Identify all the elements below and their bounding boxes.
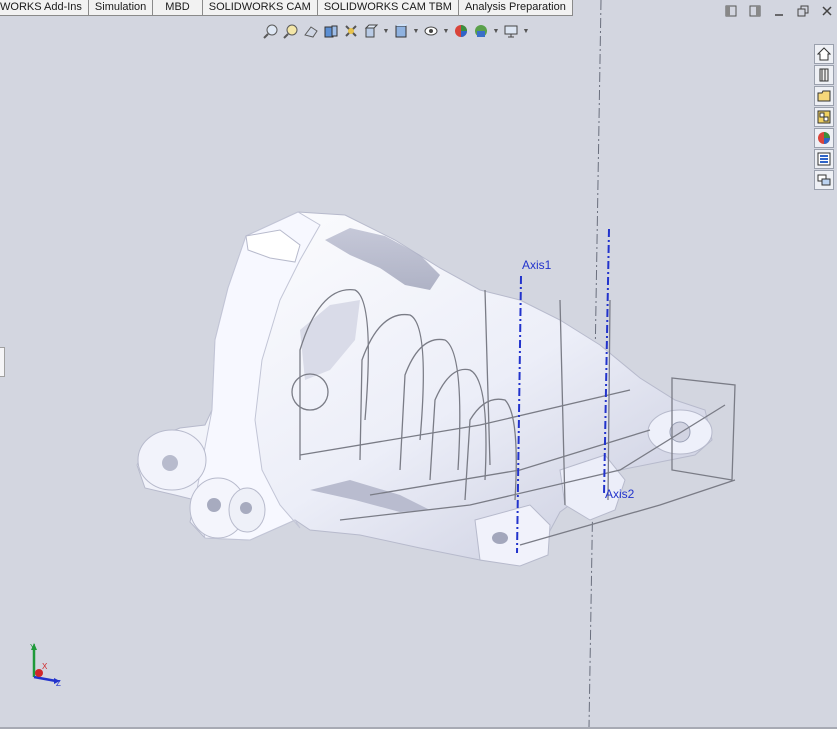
design-library-icon[interactable] [814, 65, 834, 85]
right-lug-hole [669, 421, 691, 443]
tile-left-icon[interactable] [722, 4, 740, 18]
tab-addins[interactable]: WORKS Add-Ins [0, 0, 89, 16]
hide-show-items-icon[interactable] [422, 22, 440, 40]
tab-mbd[interactable]: MBD [153, 0, 203, 16]
zoom-to-fit-icon[interactable] [262, 22, 280, 40]
previous-view-icon[interactable] [302, 22, 320, 40]
appearances-icon[interactable] [814, 128, 834, 148]
chevron-down-icon[interactable]: ▼ [522, 28, 530, 35]
reference-triad: Y X Z [30, 643, 61, 688]
dynamic-annotation-icon[interactable] [342, 22, 360, 40]
home-icon[interactable] [814, 44, 834, 64]
heads-up-view-toolbar: ▼ ▼ ▼ ▼ ▼ [262, 22, 530, 40]
restore-icon[interactable] [794, 4, 812, 18]
tab-solidworks-cam-tbm[interactable]: SOLIDWORKS CAM TBM [317, 0, 459, 16]
window-controls [722, 4, 836, 18]
axis1-label[interactable]: Axis1 [522, 258, 552, 272]
section-view-icon[interactable] [322, 22, 340, 40]
triad-y-label: Y [30, 643, 36, 652]
tab-simulation[interactable]: Simulation [88, 0, 154, 16]
chevron-down-icon[interactable]: ▼ [492, 28, 500, 35]
task-pane [814, 44, 834, 190]
chevron-down-icon[interactable]: ▼ [382, 28, 390, 35]
tab-analysis-preparation[interactable]: Analysis Preparation [458, 0, 573, 16]
close-icon[interactable] [818, 4, 836, 18]
view-settings-icon[interactable] [502, 22, 520, 40]
file-explorer-icon[interactable] [814, 86, 834, 106]
command-manager-tabs: WORKS Add-Ins Simulation MBD SOLIDWORKS … [0, 0, 573, 16]
tile-right-icon[interactable] [746, 4, 764, 18]
bottom-boss-1-hole [492, 532, 508, 544]
triad-x-label: X [42, 662, 48, 671]
graphics-area[interactable]: Axis1 Axis2 Y X Z [0, 0, 837, 729]
custom-properties-icon[interactable] [814, 149, 834, 169]
view-orientation-icon[interactable] [362, 22, 380, 40]
triad-z-label: Z [56, 679, 61, 688]
chevron-down-icon[interactable]: ▼ [412, 28, 420, 35]
view-palette-icon[interactable] [814, 107, 834, 127]
left-ear-hole [162, 455, 178, 471]
part-model[interactable]: Axis1 Axis2 [136, 211, 736, 567]
lower-ear-hole [207, 498, 221, 512]
apply-scene-icon[interactable] [472, 22, 490, 40]
tab-solidworks-cam[interactable]: SOLIDWORKS CAM [202, 0, 318, 16]
chevron-down-icon[interactable]: ▼ [442, 28, 450, 35]
zoom-to-area-icon[interactable] [282, 22, 300, 40]
display-style-icon[interactable] [392, 22, 410, 40]
minimize-icon[interactable] [770, 4, 788, 18]
lower-ear-2-hole [240, 502, 252, 514]
edit-appearance-icon[interactable] [452, 22, 470, 40]
forum-icon[interactable] [814, 170, 834, 190]
axis2-label[interactable]: Axis2 [605, 487, 635, 501]
feature-manager-collapse-handle[interactable] [0, 347, 5, 377]
